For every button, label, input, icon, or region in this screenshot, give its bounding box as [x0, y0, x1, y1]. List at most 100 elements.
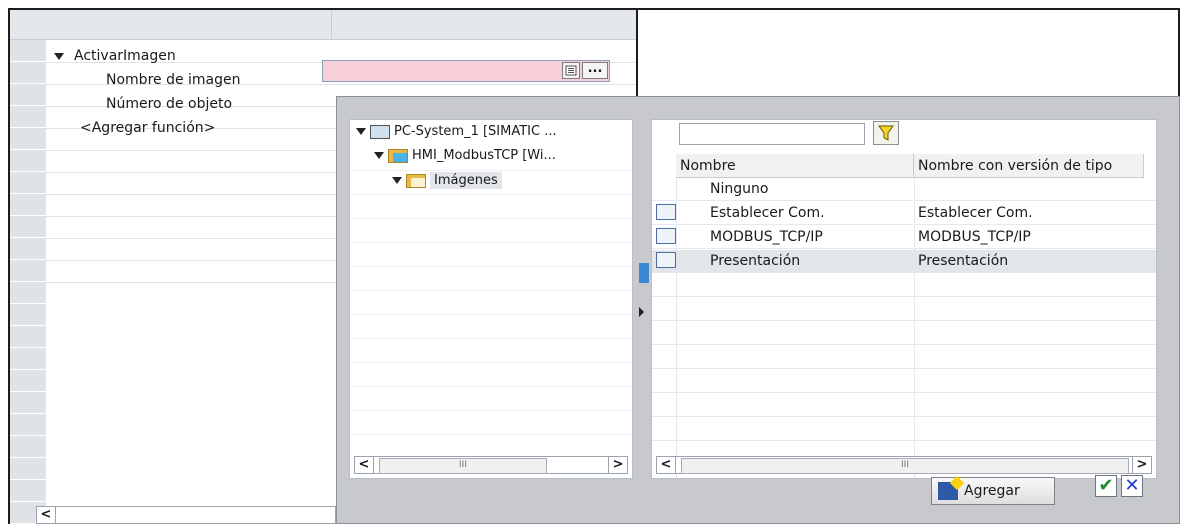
scroll-left-icon[interactable]: < [355, 457, 374, 473]
screen-icon [656, 228, 676, 244]
scroll-right-icon[interactable]: > [608, 457, 627, 473]
add-function-item[interactable]: <Agregar función> [80, 120, 215, 136]
tree-divider [350, 338, 632, 339]
tree-divider [350, 434, 632, 435]
row-gutter [10, 62, 46, 84]
tree-horizontal-scrollbar[interactable]: < III > [354, 456, 628, 474]
browse-button[interactable]: ... [582, 62, 608, 79]
row-gutter [10, 194, 46, 216]
empty-row [652, 346, 1156, 369]
row-gutter [10, 436, 46, 458]
property-label-nombre-imagen: Nombre de imagen [106, 72, 241, 88]
property-label-numero-objeto: Número de objeto [106, 96, 233, 112]
hmi-folder-icon [388, 148, 408, 163]
x-icon[interactable]: ✕ [1121, 475, 1143, 497]
funnel-icon[interactable] [873, 121, 899, 145]
empty-row [652, 322, 1156, 345]
splitter[interactable] [633, 119, 651, 479]
item-name: MODBUS_TCP/IP [710, 229, 823, 245]
list-item[interactable]: Establecer Com. Establecer Com. [652, 202, 1156, 225]
row-gutter [10, 260, 46, 282]
tree-divider [350, 170, 632, 171]
add-button-label: Agregar [964, 483, 1020, 499]
collapse-tab-icon[interactable] [639, 263, 649, 283]
expand-arrow-icon[interactable] [54, 52, 64, 60]
row-gutter [10, 128, 46, 150]
row-gutter [10, 370, 46, 392]
expand-arrow-icon[interactable] [374, 152, 384, 159]
row-gutter [10, 304, 46, 326]
scroll-left-icon[interactable]: < [657, 457, 676, 473]
row-gutter [10, 150, 46, 172]
tree-divider [350, 314, 632, 315]
tree-divider [350, 218, 632, 219]
list-item-selected[interactable]: Presentación Presentación [652, 250, 1156, 273]
scroll-left-icon[interactable]: < [37, 507, 56, 523]
image-list: Nombre Nombre con versión de tipo Ningun… [651, 119, 1157, 479]
tree-divider [350, 242, 632, 243]
horizontal-scrollbar[interactable]: < [36, 506, 336, 524]
screen-icon [656, 204, 676, 220]
item-type-name: Presentación [918, 253, 1009, 269]
list-item[interactable]: MODBUS_TCP/IP MODBUS_TCP/IP [652, 226, 1156, 249]
tree-divider [350, 410, 632, 411]
row-gutter [10, 392, 46, 414]
empty-row [652, 394, 1156, 417]
row-gutter [10, 348, 46, 370]
tree-item-hmi[interactable]: HMI_ModbusTCP [Wi... [374, 148, 556, 163]
tree-divider [350, 194, 632, 195]
add-button[interactable]: Agregar [931, 477, 1055, 505]
grid-header-gutter [10, 10, 46, 40]
tree-divider [350, 362, 632, 363]
tree-divider [350, 266, 632, 267]
tree-item-label: Imágenes [430, 172, 502, 189]
filter-input[interactable] [679, 123, 865, 145]
list-horizontal-scrollbar[interactable]: < III > [656, 456, 1152, 474]
item-name: Establecer Com. [710, 205, 825, 221]
scroll-thumb[interactable]: III [681, 458, 1129, 474]
tree-item-imagenes[interactable]: Imágenes [392, 172, 502, 189]
tree-item-label: HMI_ModbusTCP [Wi... [412, 148, 556, 163]
grid-header-value [332, 10, 636, 40]
row-gutter [10, 84, 46, 106]
scroll-thumb[interactable]: III [379, 458, 547, 474]
row-gutter [10, 216, 46, 238]
column-header-type-name[interactable]: Nombre con versión de tipo [914, 154, 1144, 178]
item-type-name: Establecer Com. [918, 205, 1033, 221]
column-header-nombre[interactable]: Nombre [676, 154, 914, 178]
row-gutter [10, 106, 46, 128]
item-type-name: MODBUS_TCP/IP [918, 229, 1031, 245]
row-gutter [10, 414, 46, 436]
property-label: ActivarImagen [74, 48, 176, 64]
empty-row [652, 418, 1156, 441]
row-gutter [10, 172, 46, 194]
tree-item-pc-system[interactable]: PC-System_1 [SIMATIC ... [356, 124, 557, 139]
project-tree: PC-System_1 [SIMATIC ... HMI_ModbusTCP [… [349, 119, 633, 479]
row-gutter [10, 458, 46, 480]
scroll-right-icon[interactable]: > [1132, 457, 1151, 473]
list-item[interactable]: Ninguno [652, 178, 1156, 201]
item-name: Presentación [710, 253, 801, 269]
checkmark-icon[interactable]: ✔ [1095, 475, 1117, 497]
tree-item-label: PC-System_1 [SIMATIC ... [394, 124, 557, 139]
row-gutter [10, 238, 46, 260]
row-gutter [10, 326, 46, 348]
image-selection-popup: PC-System_1 [SIMATIC ... HMI_ModbusTCP [… [336, 96, 1180, 524]
property-row-activarimagen[interactable]: ActivarImagen [54, 48, 176, 64]
splitter-arrow-icon[interactable] [639, 307, 644, 317]
expand-arrow-icon[interactable] [356, 128, 366, 135]
row-gutter [10, 282, 46, 304]
row-gutter [10, 40, 46, 62]
screen-icon [656, 252, 676, 268]
folder-icon [406, 173, 426, 188]
pc-station-icon [370, 124, 390, 139]
tree-divider [350, 386, 632, 387]
grid-header-name [46, 10, 332, 40]
add-screen-icon [938, 482, 958, 500]
tree-divider [350, 290, 632, 291]
pane-divider [636, 10, 638, 96]
empty-row [652, 370, 1156, 393]
row-gutter [10, 480, 46, 502]
expand-arrow-icon[interactable] [392, 177, 402, 184]
list-icon[interactable] [562, 62, 580, 79]
